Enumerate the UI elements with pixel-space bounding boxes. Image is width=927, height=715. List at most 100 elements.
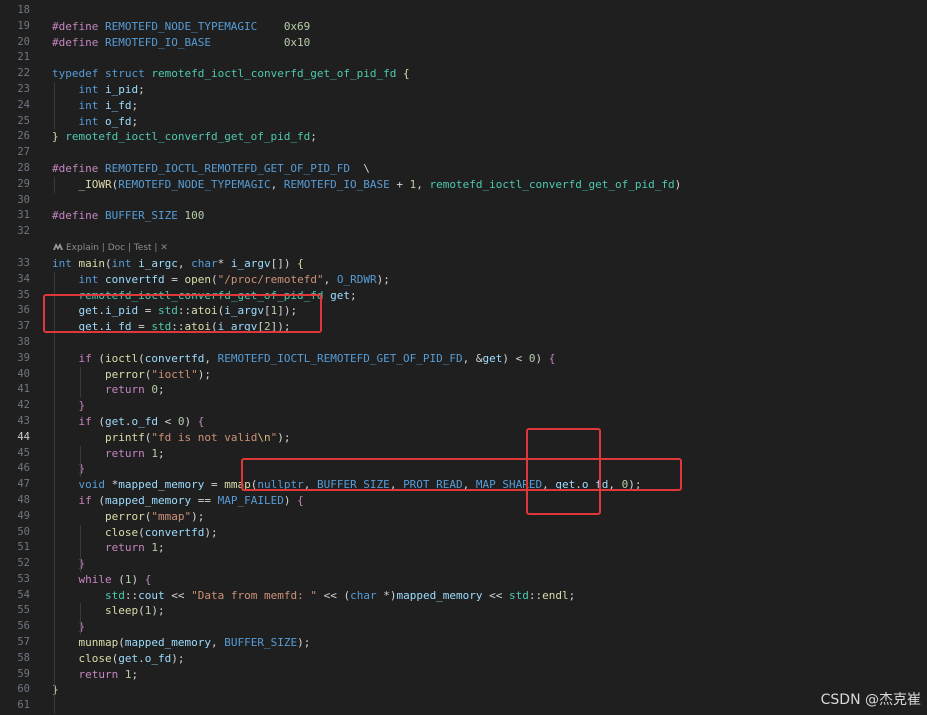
- line-number: 45: [17, 446, 30, 459]
- code-token: _IOWR: [78, 177, 112, 191]
- code-text: close(convertfd);: [52, 525, 218, 541]
- code-token: ,: [416, 177, 430, 191]
- code-text: typedef struct remotefd_ioctl_converfd_g…: [52, 66, 410, 82]
- highlight-box-argv-lines: [43, 294, 322, 333]
- indent-guide: [80, 446, 81, 477]
- code-line: 58 close(get.o_fd);: [0, 651, 927, 667]
- csdn-watermark: CSDN @杰克崔: [820, 692, 921, 708]
- codelens-actions[interactable]: Explain | Doc | Test | ✕: [0, 241, 927, 255]
- code-token: }: [52, 683, 59, 697]
- code-text: _IOWR(REMOTEFD_NODE_TYPEMAGIC, REMOTEFD_…: [52, 177, 682, 193]
- codelens-label[interactable]: Explain | Doc | Test | ✕: [66, 243, 168, 253]
- code-line: 19 #define REMOTEFD_NODE_TYPEMAGIC 0x69: [0, 19, 927, 35]
- code-token: perror: [104, 367, 145, 381]
- code-token: {: [297, 256, 304, 270]
- code-text: #define REMOTEFD_IO_BASE 0x10: [52, 35, 310, 51]
- code-token: 0: [177, 414, 185, 428]
- code-token: ;: [310, 130, 317, 144]
- code-line: 31 #define BUFFER_SIZE 100: [0, 208, 927, 224]
- code-token: int: [52, 256, 72, 270]
- line-number: 50: [17, 525, 30, 538]
- code-token: int: [78, 114, 99, 128]
- code-token: +: [389, 177, 410, 191]
- code-token: \: [350, 161, 370, 175]
- code-token: ==: [191, 493, 218, 507]
- code-text: if (get.o_fd < 0) {: [52, 414, 205, 430]
- code-text: #define BUFFER_SIZE 100: [52, 208, 204, 224]
- code-text: #define REMOTEFD_IOCTL_REMOTEFD_GET_OF_P…: [52, 161, 370, 177]
- code-token: *: [217, 256, 231, 270]
- code-line: 43 if (get.o_fd < 0) {: [0, 414, 927, 430]
- code-text: return 1;: [52, 540, 165, 556]
- code-token: ,: [177, 256, 192, 270]
- code-token: remotefd_ioctl_converfd_get_of_pid_fd: [65, 130, 311, 144]
- code-token: munmap: [78, 636, 119, 650]
- code-line: 50 close(convertfd);: [0, 525, 927, 541]
- code-line: 25 int o_fd;: [0, 114, 927, 130]
- code-token: char: [350, 588, 377, 602]
- indent-guide: [80, 525, 81, 572]
- code-token: {: [403, 67, 410, 81]
- code-token: return: [104, 541, 145, 555]
- code-token: close: [104, 525, 139, 539]
- code-text: int main(int i_argc, char* i_argv[]) {: [52, 256, 304, 272]
- code-token: return: [104, 383, 145, 397]
- code-token: (: [111, 572, 125, 586]
- code-token: *): [376, 588, 397, 602]
- code-token: i_argc: [138, 256, 178, 270]
- code-token: ::: [528, 588, 543, 602]
- code-token: ::: [124, 588, 139, 602]
- code-text: }: [52, 398, 86, 414]
- line-number: 25: [17, 114, 30, 127]
- line-number: 55: [17, 604, 30, 617]
- code-token: (: [91, 351, 105, 365]
- code-token: 0: [151, 383, 158, 397]
- code-token: while: [78, 572, 112, 586]
- code-token: remotefd_ioctl_converfd_get_of_pid_fd: [151, 67, 397, 81]
- code-token: get: [105, 414, 125, 428]
- code-token: i_fd: [105, 98, 132, 112]
- code-token: ;: [350, 288, 357, 302]
- code-token: );: [171, 651, 185, 665]
- code-token: ;: [568, 588, 576, 602]
- code-token: return: [78, 667, 119, 681]
- code-editor[interactable]: 18 19 #define REMOTEFD_NODE_TYPEMAGIC 0x69…: [0, 3, 927, 714]
- code-text: int i_pid;: [52, 82, 145, 98]
- code-token: endl: [542, 588, 569, 602]
- code-token: if: [78, 414, 92, 428]
- code-line: 49 perror("mmap");: [0, 509, 927, 525]
- line-number: 20: [17, 35, 30, 48]
- line-number: 18: [17, 4, 30, 16]
- code-line: 51 return 1;: [0, 540, 927, 556]
- code-token: sleep: [104, 604, 139, 618]
- code-line: 26} remotefd_ioctl_converfd_get_of_pid_f…: [0, 129, 927, 145]
- code-token: REMOTEFD_IO_BASE: [283, 177, 390, 191]
- line-number: 36: [17, 304, 30, 317]
- code-line: 44 printf("fd is not valid\n");: [0, 430, 927, 446]
- code-token: "ioctl": [151, 367, 198, 381]
- indent-guide: [54, 272, 55, 714]
- code-line: 42 }: [0, 398, 927, 414]
- code-token: ) <: [502, 351, 529, 365]
- code-token: #define: [52, 35, 99, 49]
- line-number: 27: [17, 146, 30, 159]
- code-line: 59 return 1;: [0, 667, 927, 683]
- highlight-box-mmap-call: [241, 458, 682, 491]
- code-line: 56 }: [0, 619, 927, 635]
- code-text: if (mapped_memory == MAP_FAILED) {: [52, 493, 304, 509]
- code-token: #define: [52, 161, 99, 175]
- code-token: (: [91, 493, 105, 507]
- codelens-text[interactable]: Explain | Doc | Test | ✕: [52, 241, 168, 255]
- line-number: 60: [17, 683, 30, 696]
